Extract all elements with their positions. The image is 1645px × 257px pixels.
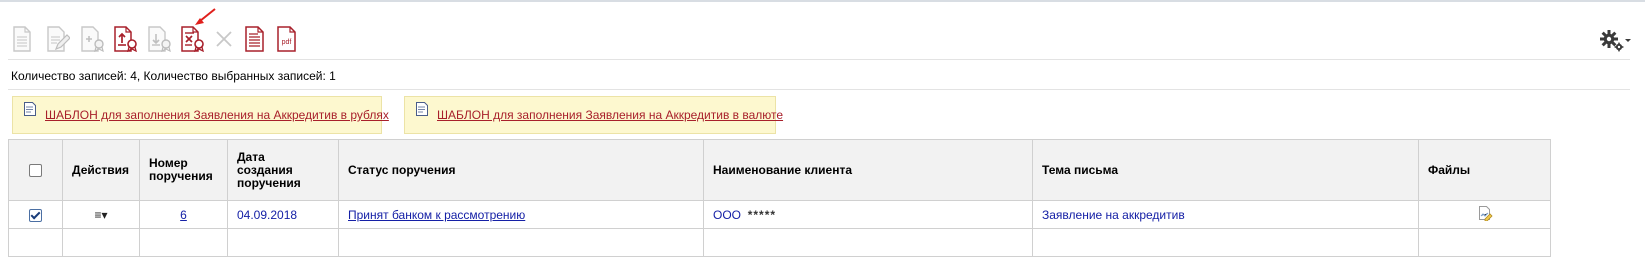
row-status-cell: Принят банком к рассмотрению xyxy=(338,200,704,229)
records-summary: Количество записей: 4, Количество выбран… xyxy=(11,69,336,83)
row-select-cell xyxy=(8,228,63,257)
column-header-actions[interactable]: Действия xyxy=(62,139,140,201)
row-client-cell: ООО ***** xyxy=(703,200,1033,229)
svg-text:pdf: pdf xyxy=(282,39,292,46)
select-all-header xyxy=(8,139,63,201)
column-header-date[interactable]: Дата создания поручения xyxy=(227,139,339,201)
gear-icon[interactable] xyxy=(1598,28,1632,54)
column-header-date-line3: поручения xyxy=(237,175,301,190)
delete-icon[interactable] xyxy=(214,26,236,52)
table-row[interactable] xyxy=(8,228,1551,257)
row-date-cell: 04.09.2018 xyxy=(227,200,339,229)
sign-document-icon[interactable] xyxy=(80,26,104,52)
client-name: ООО ***** xyxy=(713,208,776,222)
row-select-cell xyxy=(8,200,63,229)
letter-subject: Заявление на аккредитив xyxy=(1042,207,1185,222)
column-header-date-line1: Дата xyxy=(237,149,265,164)
column-header-date-line2: создания xyxy=(237,162,293,177)
table-header-row: Действия Номер поручения Дата создания п… xyxy=(8,139,1551,201)
column-header-number-line2: поручения xyxy=(149,169,213,183)
client-masked-name: ***** xyxy=(747,207,777,222)
row-status-cell xyxy=(338,228,704,257)
new-document-icon[interactable] xyxy=(12,26,34,52)
row-files-cell xyxy=(1418,228,1551,257)
row-select-checkbox[interactable] xyxy=(29,208,42,222)
column-header-client[interactable]: Наименование клиента xyxy=(703,139,1033,201)
template-rub-banner: ШАБЛОН для заполнения Заявления на Аккре… xyxy=(12,96,389,134)
annotation-arrow-icon xyxy=(195,8,216,25)
attachment-file-icon[interactable] xyxy=(1477,205,1493,224)
top-border xyxy=(0,0,1645,2)
column-header-number-line1: Номер xyxy=(149,156,188,170)
pdf-file-icon xyxy=(415,101,429,119)
row-number-cell xyxy=(139,228,228,257)
divider xyxy=(8,59,1630,60)
order-number-link[interactable]: 6 xyxy=(180,208,187,222)
template-currency-link[interactable]: ШАБЛОН для заполнения Заявления на Аккре… xyxy=(437,108,783,122)
receive-signed-icon[interactable] xyxy=(147,26,171,52)
row-client-cell xyxy=(703,228,1033,257)
order-status-link[interactable]: Принят банком к рассмотрению xyxy=(348,208,525,222)
column-header-number[interactable]: Номер поручения xyxy=(139,139,228,201)
column-header-status[interactable]: Статус поручения xyxy=(338,139,704,201)
order-date: 04.09.2018 xyxy=(237,207,298,222)
orders-table: Действия Номер поручения Дата создания п… xyxy=(8,139,1551,257)
table-row[interactable]: ≡▾ 6 04.09.2018 Принят банком к рассмотр… xyxy=(8,200,1551,229)
row-subject-cell: Заявление на аккредитив xyxy=(1032,200,1419,229)
edit-document-icon[interactable] xyxy=(46,26,70,52)
client-prefix: ООО xyxy=(713,207,742,222)
row-files-cell xyxy=(1418,200,1551,229)
export-pdf-icon[interactable]: pdf xyxy=(276,26,298,52)
select-all-checkbox[interactable] xyxy=(29,163,42,177)
row-actions-cell: ≡▾ xyxy=(62,200,140,229)
column-header-files[interactable]: Файлы xyxy=(1418,139,1551,201)
row-number-cell: 6 xyxy=(139,200,228,229)
column-header-subject[interactable]: Тема письма xyxy=(1032,139,1419,201)
row-actions-menu-icon[interactable]: ≡▾ xyxy=(94,208,107,222)
divider xyxy=(8,89,1630,90)
print-document-icon[interactable] xyxy=(244,26,266,52)
row-date-cell xyxy=(227,228,339,257)
pdf-file-icon xyxy=(23,101,37,119)
remove-signature-icon[interactable] xyxy=(180,26,204,52)
template-currency-banner: ШАБЛОН для заполнения Заявления на Аккре… xyxy=(404,96,783,134)
template-rub-link[interactable]: ШАБЛОН для заполнения Заявления на Аккре… xyxy=(45,108,389,122)
row-actions-cell xyxy=(62,228,140,257)
row-subject-cell xyxy=(1032,228,1419,257)
send-signed-icon[interactable] xyxy=(113,26,137,52)
